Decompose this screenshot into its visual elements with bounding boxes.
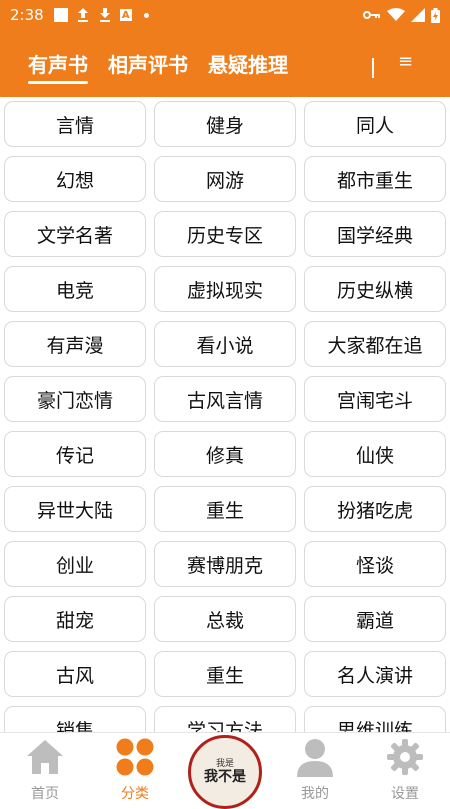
category-button[interactable]: 电竞	[4, 266, 146, 312]
category-button[interactable]: 同人	[304, 101, 446, 147]
category-button[interactable]: 重生	[154, 651, 296, 697]
nav-mine-label: 我的	[301, 786, 329, 802]
category-button[interactable]: 赛博朋克	[154, 541, 296, 587]
category-button[interactable]: 言情	[4, 101, 146, 147]
category-button[interactable]: 历史专区	[154, 211, 296, 257]
nav-category[interactable]: 分类	[90, 737, 180, 803]
notification-square-icon	[53, 8, 68, 22]
user-icon	[297, 739, 333, 777]
tab-crosstalk-storytelling[interactable]: 相声评书	[108, 49, 188, 78]
category-grid: 言情 健身 同人幻想 网游 都市重生文学名著 历史专区 国学经典电竞 虚拟现实 历史纵横有声漫看…	[0, 97, 450, 732]
category-button[interactable]: 豪门恋情	[4, 376, 146, 422]
category-button[interactable]: 霸道	[304, 596, 446, 642]
category-button[interactable]: 看小说	[154, 321, 296, 367]
category-button[interactable]: 思维训练	[304, 706, 446, 732]
status-time: 2:38	[10, 6, 44, 24]
category-button[interactable]: 仙侠	[304, 431, 446, 477]
category-tabs: 有声书 相声评书 悬疑推理 ≡	[0, 30, 450, 97]
category-button[interactable]: 名人演讲	[304, 651, 446, 697]
category-button[interactable]: 销售	[4, 706, 146, 732]
category-button[interactable]: 幻想	[4, 156, 146, 202]
app-a-icon: A	[119, 9, 132, 21]
category-grid-icon	[116, 738, 154, 776]
download-icon	[99, 8, 110, 22]
category-button[interactable]: 怪谈	[304, 541, 446, 587]
category-button[interactable]: 扮猪吃虎	[304, 486, 446, 532]
category-button[interactable]: 传记	[4, 431, 146, 477]
nav-category-label: 分类	[121, 786, 149, 802]
category-button[interactable]: 重生	[154, 486, 296, 532]
status-notifications: A	[53, 7, 149, 23]
upload-icon	[77, 8, 88, 22]
nav-mine[interactable]: 我的	[270, 737, 360, 803]
category-button[interactable]: 甜宠	[4, 596, 146, 642]
tab-suspense-mystery[interactable]: 悬疑推理	[208, 49, 288, 78]
category-button[interactable]: 网游	[154, 156, 296, 202]
category-button[interactable]: 修真	[154, 431, 296, 477]
category-button[interactable]: 都市重生	[304, 156, 446, 202]
signal-icon	[411, 8, 425, 22]
status-system-icons	[363, 7, 440, 23]
home-icon	[27, 740, 63, 774]
category-button[interactable]: 国学经典	[304, 211, 446, 257]
promo-top-text: 我是	[215, 759, 234, 769]
tab-audiobook[interactable]: 有声书	[28, 49, 88, 84]
category-button[interactable]: 创业	[4, 541, 146, 587]
status-bar: 2:38 A	[0, 0, 450, 30]
tab-divider	[372, 58, 374, 78]
category-button[interactable]: 异世大陆	[4, 486, 146, 532]
nav-home-label: 首页	[31, 786, 59, 802]
category-button[interactable]: 大家都在追	[304, 321, 446, 367]
category-button[interactable]: 历史纵横	[304, 266, 446, 312]
category-button[interactable]: 有声漫	[4, 321, 146, 367]
nav-home[interactable]: 首页	[0, 737, 90, 803]
wifi-icon	[387, 8, 405, 21]
gear-icon	[387, 739, 423, 775]
promo-banner-button[interactable]: 我是 我不是	[188, 735, 262, 809]
category-button[interactable]: 健身	[154, 101, 296, 147]
category-button[interactable]: 虚拟现实	[154, 266, 296, 312]
more-dot-icon	[143, 12, 149, 18]
category-button[interactable]: 总裁	[154, 596, 296, 642]
category-button[interactable]: 古风	[4, 651, 146, 697]
promo-main-text: 我不是	[204, 769, 246, 785]
category-button[interactable]: 文学名著	[4, 211, 146, 257]
category-button[interactable]: 古风言情	[154, 376, 296, 422]
nav-settings-label: 设置	[391, 786, 419, 802]
nav-settings[interactable]: 设置	[360, 737, 450, 803]
key-icon	[363, 11, 380, 19]
category-button[interactable]: 宫闱宅斗	[304, 376, 446, 422]
battery-icon	[431, 7, 440, 23]
menu-icon[interactable]: ≡	[398, 52, 413, 72]
bottom-nav: 首页 分类 我是 我不是 我的 设置	[0, 732, 450, 809]
category-button[interactable]: 学习方法	[154, 706, 296, 732]
